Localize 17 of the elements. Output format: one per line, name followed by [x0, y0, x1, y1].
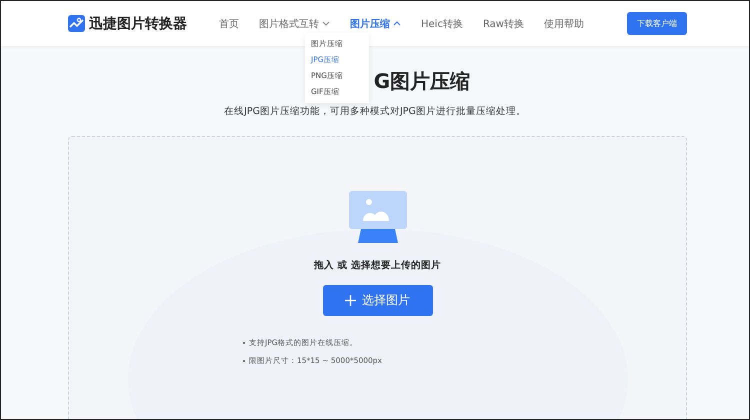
nav-link[interactable]: 图片格式互转	[249, 16, 340, 30]
nav-link[interactable]: 图片压缩	[340, 16, 411, 30]
image-upload-icon	[348, 191, 406, 243]
nav-link[interactable]: Raw转换	[472, 16, 534, 30]
chevron-icon	[322, 21, 330, 26]
logo-icon	[68, 15, 85, 32]
nav-link[interactable]: 首页	[209, 16, 249, 30]
page-title: G图片压缩	[374, 68, 470, 95]
chevron-icon	[393, 21, 401, 26]
plus-icon	[345, 295, 356, 306]
nav-link[interactable]: 使用帮助	[534, 16, 594, 30]
page-subtitle: 在线JPG图片压缩功能，可用多种模式对JPG图片进行批量压缩处理。	[223, 105, 527, 118]
upload-prompt: 拖入 或 选择想要上传的图片	[314, 259, 441, 272]
download-button[interactable]: 下载客户端	[627, 12, 687, 35]
logo-text[interactable]: 迅捷图片转换器	[89, 14, 187, 32]
nav-link[interactable]: Heic转换	[411, 16, 473, 30]
select-image-button[interactable]: 选择图片	[322, 285, 432, 316]
